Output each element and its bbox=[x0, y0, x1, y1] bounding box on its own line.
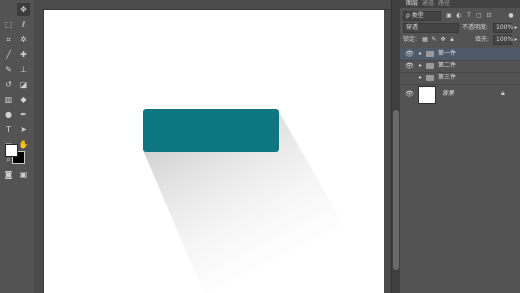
opacity-input[interactable]: 100% bbox=[493, 23, 513, 33]
move-tool-icon[interactable]: ✥ bbox=[17, 3, 30, 16]
horizontal-ruler bbox=[34, 0, 392, 10]
fill-label: 填充: bbox=[475, 36, 490, 43]
layer-name[interactable]: 第一件 bbox=[438, 50, 456, 58]
lock-transparent-icon[interactable]: ▦ bbox=[422, 37, 428, 43]
filter-smart-object-icon[interactable]: ⊡ bbox=[486, 13, 492, 19]
layer-thumbnail bbox=[418, 86, 436, 104]
filter-shape-icon[interactable]: ▢ bbox=[476, 13, 482, 19]
opacity-label: 不透明度: bbox=[462, 24, 489, 31]
visibility-toggle-empty[interactable]: · bbox=[405, 75, 413, 81]
eraser-tool-icon[interactable]: ◪ bbox=[17, 78, 30, 91]
lock-position-icon[interactable]: ✥ bbox=[440, 37, 446, 43]
filter-type-icon[interactable]: T bbox=[466, 13, 472, 19]
visibility-eye-icon[interactable]: 👁︎ bbox=[405, 51, 414, 58]
vertical-ruler bbox=[34, 9, 44, 293]
layer-filter-select[interactable]: ρ 类型 bbox=[403, 11, 441, 21]
hand-tool-icon[interactable]: ✋ bbox=[17, 138, 30, 151]
screen-mode-icon[interactable]: ▣ bbox=[17, 168, 30, 181]
panel-tabs: 图层 通道 路径 bbox=[400, 0, 520, 8]
folder-icon bbox=[426, 51, 434, 57]
teal-rectangle[interactable] bbox=[143, 109, 279, 152]
pen-tool-icon[interactable]: ✒ bbox=[17, 108, 30, 121]
blur-tool-icon[interactable]: ◆ bbox=[17, 93, 30, 106]
magic-wand-tool-icon[interactable]: ✲ bbox=[17, 33, 30, 46]
scrollbar-thumb[interactable] bbox=[393, 110, 399, 270]
expand-arrow-icon[interactable]: ▸ bbox=[419, 62, 422, 70]
clone-stamp-tool-icon[interactable]: ⊥ bbox=[17, 63, 30, 76]
healing-brush-tool-icon[interactable]: ✚ bbox=[17, 48, 30, 61]
eyedropper-tool-icon[interactable]: ╱ bbox=[2, 48, 15, 61]
filter-toggle-icon[interactable]: ● bbox=[508, 13, 514, 19]
layers-panel: 图层 通道 路径 ρ 类型 ▣ ◐ T ▢ ⊡ ● 穿透 不透明度: 100% … bbox=[400, 0, 520, 293]
type-tool-icon[interactable]: T bbox=[2, 123, 15, 136]
fill-input[interactable]: 100% bbox=[493, 35, 513, 45]
background-layer-row[interactable]: 👁︎ 背景 🔒︎ bbox=[400, 84, 520, 104]
history-brush-tool-icon[interactable]: ↺ bbox=[2, 78, 15, 91]
foreground-color-swatch[interactable] bbox=[5, 144, 18, 157]
tab-layers[interactable]: 图层 bbox=[406, 0, 418, 8]
lock-image-icon[interactable]: ✎ bbox=[431, 37, 437, 43]
dodge-tool-icon[interactable]: ● bbox=[2, 108, 15, 121]
expand-arrow-icon[interactable]: ▸ bbox=[419, 50, 422, 58]
lasso-tool-icon[interactable]: ℓ bbox=[17, 18, 30, 31]
lock-all-icon[interactable]: 🔒︎ bbox=[449, 37, 455, 43]
filter-pixel-icon[interactable]: ▣ bbox=[446, 13, 452, 19]
marquee-tool-icon[interactable]: ⬚ bbox=[2, 18, 15, 31]
document-canvas[interactable] bbox=[44, 10, 384, 293]
tab-channels[interactable]: 通道 bbox=[422, 0, 434, 8]
visibility-eye-icon[interactable]: 👁︎ bbox=[405, 91, 414, 98]
tab-paths[interactable]: 路径 bbox=[438, 0, 450, 8]
folder-icon bbox=[426, 63, 434, 69]
crop-tool-icon[interactable]: ⌗ bbox=[2, 33, 15, 46]
folder-icon bbox=[426, 75, 434, 81]
lock-label: 锁定: bbox=[403, 36, 418, 43]
expand-arrow-icon[interactable]: ▸ bbox=[419, 74, 422, 82]
layer-name[interactable]: 第三件 bbox=[438, 74, 456, 82]
quick-mask-icon[interactable]: ◙ bbox=[2, 168, 15, 181]
layer-name[interactable]: 背景 bbox=[442, 90, 454, 98]
gradient-tool-icon[interactable]: ▥ bbox=[2, 93, 15, 106]
opacity-dropdown-icon[interactable]: ▸ bbox=[513, 25, 519, 31]
filter-adjustment-icon[interactable]: ◐ bbox=[456, 13, 462, 19]
blend-mode-select[interactable]: 穿透 bbox=[403, 23, 459, 33]
lock-icon: 🔒︎ bbox=[501, 89, 505, 97]
layer-name[interactable]: 第二件 bbox=[438, 62, 456, 70]
tools-panel: ✥ ⬚ ℓ ⌗ ✲ ╱ ✚ ✎ ⊥ ↺ ◪ ▥ ◆ ● ✒ T ➤ ▭ ✋ ⌕ … bbox=[0, 0, 35, 293]
path-selection-tool-icon[interactable]: ➤ bbox=[17, 123, 30, 136]
fill-dropdown-icon[interactable]: ▸ bbox=[513, 37, 519, 43]
visibility-eye-icon[interactable]: 👁︎ bbox=[405, 63, 414, 70]
brush-tool-icon[interactable]: ✎ bbox=[2, 63, 15, 76]
